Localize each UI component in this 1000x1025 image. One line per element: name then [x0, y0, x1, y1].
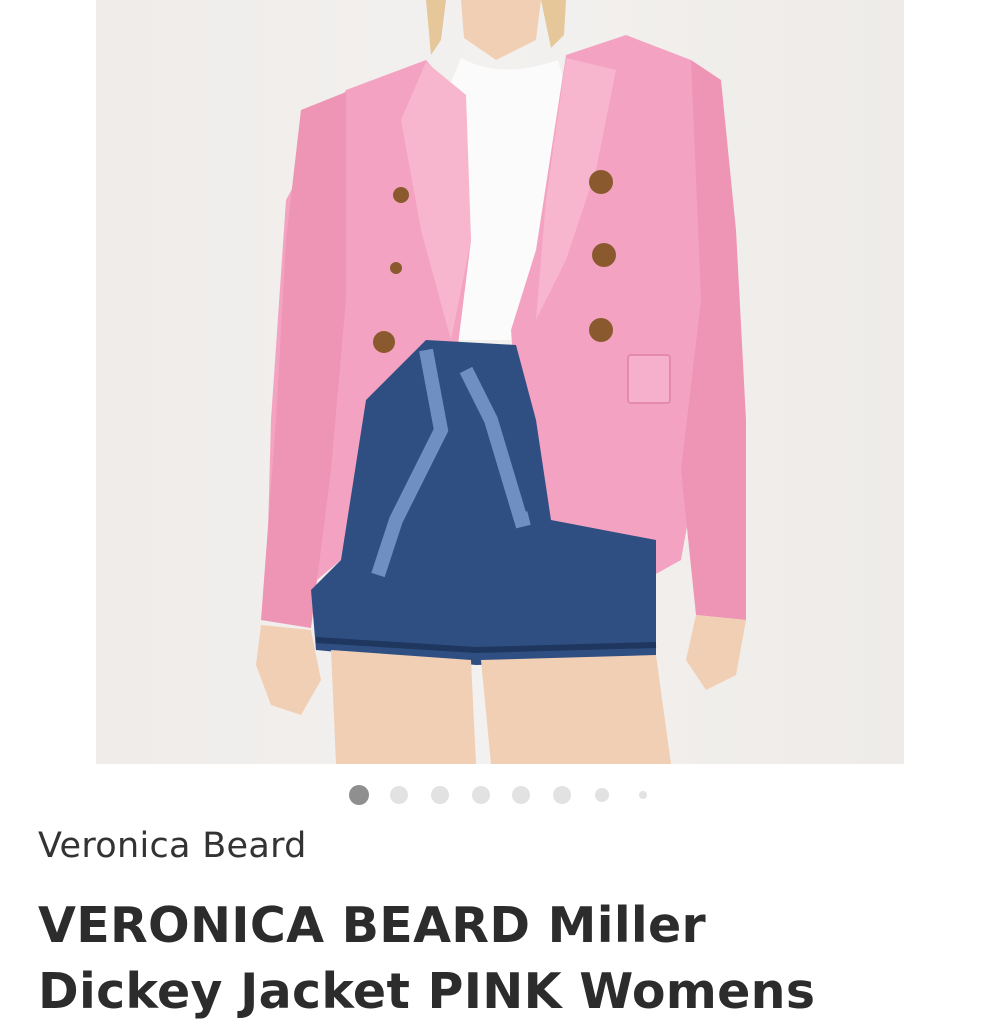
brand-name[interactable]: Veronica Beard: [38, 826, 307, 866]
carousel-dot-1[interactable]: [349, 785, 369, 805]
product-title-line-1: VERONICA BEARD Miller: [38, 897, 707, 954]
carousel-dot-8[interactable]: [639, 791, 647, 799]
product-image[interactable]: [96, 0, 904, 764]
product-photo-illustration: [256, 0, 746, 764]
image-carousel-indicator: [0, 784, 1000, 806]
carousel-dot-7[interactable]: [595, 788, 609, 802]
carousel-dot-3[interactable]: [431, 786, 449, 804]
carousel-dot-5[interactable]: [512, 786, 530, 804]
carousel-dot-2[interactable]: [390, 786, 408, 804]
carousel-dot-4[interactable]: [472, 786, 490, 804]
carousel-dot-6[interactable]: [553, 786, 571, 804]
product-title-line-2: Dickey Jacket PINK Womens: [38, 963, 816, 1020]
product-title: VERONICA BEARD Miller Dickey Jacket PINK…: [38, 893, 978, 1025]
